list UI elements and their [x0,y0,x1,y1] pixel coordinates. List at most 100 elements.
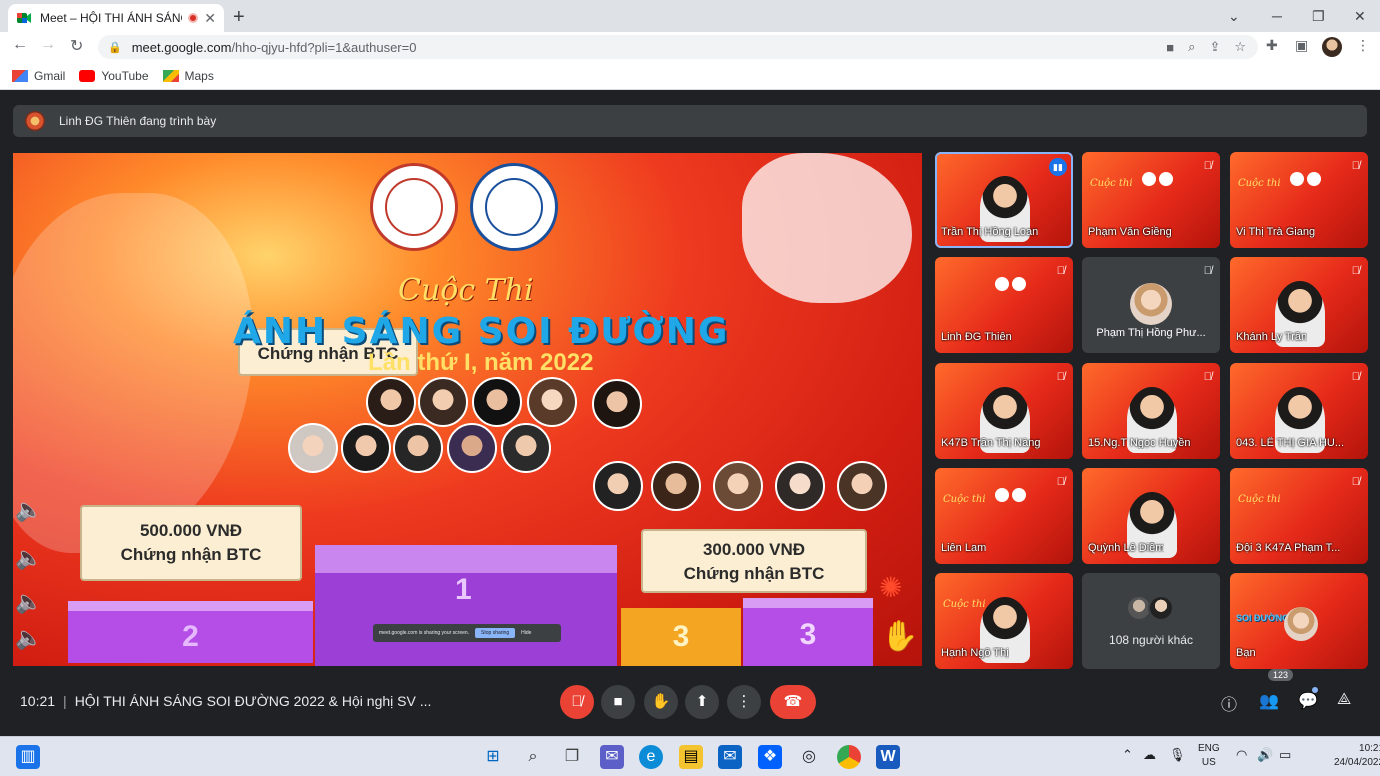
camera-permission-icon[interactable]: ■ [1166,40,1174,55]
start-icon[interactable]: ⊞ [481,745,505,769]
language-indicator[interactable]: ENG US [1198,742,1220,770]
tab-search-icon[interactable]: ⌄ [1228,0,1240,32]
participant-tile[interactable]: 🎙̸ 15.Ng.T Ngọc Huyền [1082,363,1220,459]
forward-icon[interactable]: → [40,36,56,54]
wifi-icon[interactable]: ◠ [1236,747,1247,763]
more-participants-label: 108 người khác [1109,633,1193,647]
chat-unread-dot [1312,687,1318,693]
participant-tile[interactable]: Cuộc thi 🎙̸ Đội 3 K47A Phạm T... [1230,468,1368,564]
stop-sharing-button[interactable]: Stop sharing [475,628,516,638]
dropbox-icon[interactable]: ❖ [758,745,782,769]
participant-tile[interactable]: 🎙̸ 043. LÊ THỊ GIA HU... [1230,363,1368,459]
task-view-icon[interactable]: ❐ [560,745,584,769]
hide-button[interactable]: Hide [521,630,531,636]
system-clock[interactable]: 10:21 24/04/2022 [1334,742,1380,770]
self-tile[interactable]: SOI ĐƯỜNG Bạn [1230,573,1368,669]
shared-screen[interactable]: Cuộc Thi Chứng nhận BTC ÁNH SÁNG SOI ĐƯỜ… [13,153,922,666]
participant-name: Trần Thị Hồng Loan [941,226,1039,238]
chat-icon[interactable]: 💬 [1298,691,1318,711]
camera-toggle-button[interactable]: ■ [601,685,635,719]
participant-tile[interactable]: 🎙̸ Khánh Ly Trần [1230,257,1368,353]
mic-off-icon: 🎙̸ [1351,160,1360,172]
bookmarks-bar: Gmail YouTube Maps [0,62,1380,90]
mic-off-icon: 🎙̸ [1056,476,1065,488]
lock-icon[interactable]: 🔒 [108,41,122,54]
participant-tile[interactable]: ▮▮ Trần Thị Hồng Loan [935,152,1073,248]
zoom-icon[interactable]: ⌕ [1188,39,1195,55]
participant-avatar [1148,595,1174,621]
file-explorer-icon[interactable]: ▤ [679,745,703,769]
extensions-icon[interactable]: ✚ [1266,37,1278,54]
minimize-icon[interactable]: ─ [1272,0,1282,32]
bookmark-star-icon[interactable]: ☆ [1234,39,1246,55]
participant-tile[interactable]: 🎙̸ Linh ĐG Thiên [935,257,1073,353]
meet-window: Linh ĐG Thiên đang trình bày Cuộc Thi Ch… [0,91,1380,736]
volume-icon[interactable]: 🔊 [1257,747,1273,763]
url-input[interactable]: 🔒 meet.google.com/hho-qjyu-hfd?pli=1&aut… [98,35,1258,59]
bookmark-youtube[interactable]: YouTube [79,69,149,83]
word-icon[interactable]: W [876,745,900,769]
bookmark-maps[interactable]: Maps [162,69,214,83]
camera-icon: ■ [613,693,623,710]
back-icon[interactable]: ← [12,36,28,54]
maximize-icon[interactable]: ❐ [1312,0,1325,32]
present-screen-button[interactable]: ⬆ [685,685,719,719]
app-icon[interactable]: ◎ [797,745,821,769]
share-icon[interactable]: ⇪ [1209,39,1220,55]
mic-off-icon: 🎙̸ [1351,476,1360,488]
gmail-icon [12,69,28,82]
prize-cert-second: Chứng nhận BTC [120,545,262,564]
raise-hand-button[interactable]: ✋ [644,685,678,719]
new-tab-icon[interactable]: + [233,6,245,29]
reload-icon[interactable]: ↻ [70,36,83,56]
winner-photo [366,377,416,427]
leave-call-button[interactable]: ☎ [770,685,816,719]
meeting-info: 10:21 | HỘI THI ÁNH SÁNG SOI ĐƯỜNG 2022 & … [20,693,432,709]
mic-toggle-button[interactable]: 🎙̸ [560,685,594,719]
chrome-icon[interactable] [837,745,861,769]
activities-icon[interactable]: ⟁ [1337,691,1351,709]
participant-tile[interactable]: Cuộc thi 🎙̸ Phạm Văn Giềng [1082,152,1220,248]
winner-photo [527,377,577,427]
microphone-icon[interactable]: 🎙 [1169,747,1186,763]
participant-tile[interactable]: Quỳnh Lê Diễm [1082,468,1220,564]
participant-tile[interactable]: Cuộc thi Hạnh Ngô Thị [935,573,1073,669]
close-tab-icon[interactable]: ✕ [204,10,216,27]
menu-kebab-icon[interactable]: ⋮ [1356,37,1370,54]
close-window-icon[interactable]: ✕ [1354,0,1366,32]
participant-name: 15.Ng.T Ngọc Huyền [1088,437,1191,449]
mini-logos [995,488,1033,502]
participant-tile[interactable]: 🎙̸ K47B Trần Thị Nàng [935,363,1073,459]
podium-first-number: 1 [455,573,472,606]
mail-icon[interactable]: ✉ [718,745,742,769]
speaker-icon: 🔈 [15,589,43,614]
winner-photo [418,377,468,427]
tray-chevron-icon[interactable]: ⌃ [1122,747,1133,763]
participant-name: Phạm Thị Hồng Phư... [1096,327,1206,339]
bookmark-gmail[interactable]: Gmail [12,69,65,83]
winner-photo [713,461,763,511]
search-icon[interactable]: ⌕ [521,745,545,769]
teams-chat-icon[interactable]: ✉ [600,745,624,769]
mic-off-icon: 🎙̸ [1056,371,1065,383]
widgets-icon[interactable]: ▥ [16,745,40,769]
participant-tile[interactable]: 🎙̸ Phạm Thị Hồng Phư... [1082,257,1220,353]
slide-cuoc-thi: Cuộc Thi [398,273,534,308]
winner-photo [651,461,701,511]
participant-tile[interactable]: Cuộc thi 🎙̸ Vi Thị Trà Giang [1230,152,1368,248]
participant-tile[interactable]: Cuộc thi 🎙̸ Liên Lam [935,468,1073,564]
battery-icon[interactable]: ▭ [1279,747,1291,763]
weather-icon[interactable]: ☁ [1143,747,1156,763]
people-icon[interactable]: 👥 [1259,691,1279,711]
profile-avatar[interactable] [1322,37,1342,57]
more-options-button[interactable]: ⋮ [727,685,761,719]
side-panel-icon[interactable]: ▣ [1295,37,1308,54]
meeting-details-icon[interactable]: ⓘ [1221,691,1237,715]
mic-off-icon: 🎙̸ [1351,371,1360,383]
winner-photo [341,423,391,473]
more-participants-tile[interactable]: 108 người khác [1082,573,1220,669]
browser-tab-meet[interactable]: Meet – HỘI THI ÁNH SÁNG S ✕ [8,4,224,32]
self-avatar [1284,607,1318,641]
edge-icon[interactable]: e [639,745,663,769]
podium-second: 2 [68,601,313,663]
